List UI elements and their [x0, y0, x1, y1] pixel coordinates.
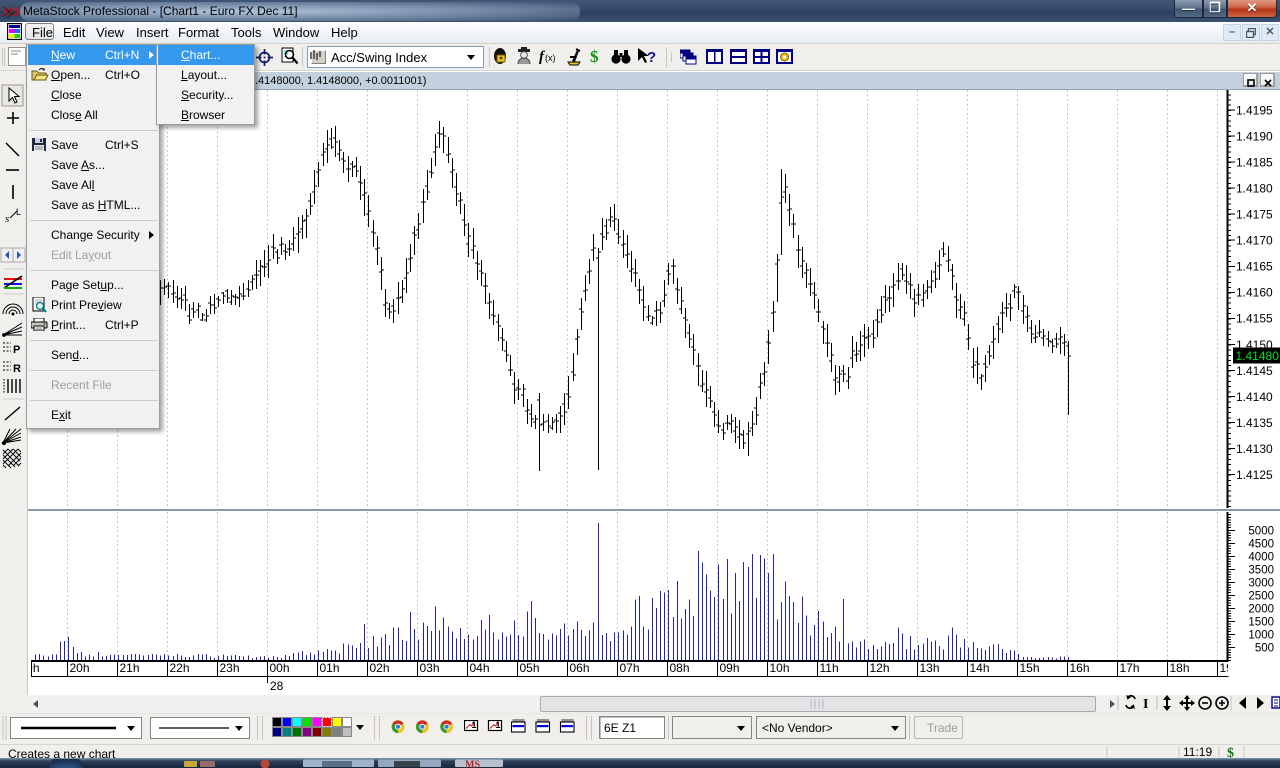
- svg-text:12h: 12h: [870, 661, 890, 675]
- svg-text:1.4125: 1.4125: [1236, 468, 1273, 482]
- svg-text:01h: 01h: [320, 661, 340, 675]
- svg-text:5000: 5000: [1248, 526, 1274, 538]
- svg-text:1.4130: 1.4130: [1236, 442, 1273, 456]
- svg-text:00h: 00h: [270, 661, 290, 675]
- svg-text:500: 500: [1255, 643, 1274, 655]
- svg-text:1.4165: 1.4165: [1236, 260, 1273, 274]
- svg-text:15h: 15h: [1020, 661, 1040, 675]
- svg-text:MS: MS: [465, 760, 480, 768]
- svg-text:21h: 21h: [120, 661, 140, 675]
- svg-text:P: P: [13, 344, 20, 356]
- svg-text:3000: 3000: [1248, 578, 1274, 590]
- svg-text:1.4170: 1.4170: [1236, 234, 1273, 248]
- svg-text:09h: 09h: [720, 661, 740, 675]
- svg-text:06h: 06h: [570, 661, 590, 675]
- svg-text:10h: 10h: [770, 661, 790, 675]
- svg-text:20h: 20h: [70, 661, 90, 675]
- svg-text:1500: 1500: [1248, 617, 1274, 629]
- svg-text:04h: 04h: [470, 661, 490, 675]
- svg-text:1: 1: [496, 720, 501, 730]
- svg-text:02h: 02h: [370, 661, 390, 675]
- svg-text:1.4135: 1.4135: [1236, 416, 1273, 430]
- svg-text:2000: 2000: [1248, 604, 1274, 616]
- svg-text:08h: 08h: [670, 661, 690, 675]
- svg-text:14h: 14h: [970, 661, 990, 675]
- svg-text:MS: MS: [2, 4, 21, 19]
- svg-text:28: 28: [270, 679, 284, 693]
- svg-text:1.4195: 1.4195: [1236, 103, 1273, 117]
- svg-text:1: 1: [472, 720, 477, 730]
- svg-text:03h: 03h: [420, 661, 440, 675]
- svg-text:$: $: [590, 47, 599, 66]
- svg-text:s: s: [5, 213, 9, 225]
- svg-text:05h: 05h: [520, 661, 540, 675]
- svg-text:22h: 22h: [170, 661, 190, 675]
- svg-text:1.4175: 1.4175: [1236, 208, 1273, 222]
- svg-text:2500: 2500: [1248, 591, 1274, 603]
- svg-text:13h: 13h: [920, 661, 940, 675]
- svg-text:(x): (x): [545, 53, 556, 63]
- svg-text:11:19: 11:19: [1183, 745, 1212, 759]
- svg-text:1.4140: 1.4140: [1236, 390, 1273, 404]
- svg-text:07h: 07h: [620, 661, 640, 675]
- svg-text:1.4155: 1.4155: [1236, 312, 1273, 326]
- svg-text:4500: 4500: [1248, 539, 1274, 551]
- svg-text:L: L: [16, 207, 21, 217]
- svg-text:1.4180: 1.4180: [1236, 182, 1273, 196]
- svg-text:11h: 11h: [820, 661, 839, 675]
- svg-text:1.4160: 1.4160: [1236, 286, 1273, 300]
- svg-text:17h: 17h: [1120, 661, 1140, 675]
- svg-text:R: R: [13, 363, 21, 375]
- svg-text:1.4190: 1.4190: [1236, 129, 1273, 143]
- svg-text:?: ?: [647, 49, 656, 66]
- svg-text:4000: 4000: [1248, 552, 1274, 564]
- svg-text:1.41480: 1.41480: [1236, 349, 1280, 363]
- svg-text:3500: 3500: [1248, 565, 1274, 577]
- svg-text:I: I: [1143, 697, 1148, 712]
- svg-text:23h: 23h: [220, 661, 240, 675]
- svg-text:16h: 16h: [1070, 661, 1090, 675]
- svg-text:1.4185: 1.4185: [1236, 155, 1273, 169]
- svg-text:18h: 18h: [1170, 661, 1190, 675]
- svg-text:1.4145: 1.4145: [1236, 364, 1273, 378]
- svg-text:1000: 1000: [1248, 630, 1274, 642]
